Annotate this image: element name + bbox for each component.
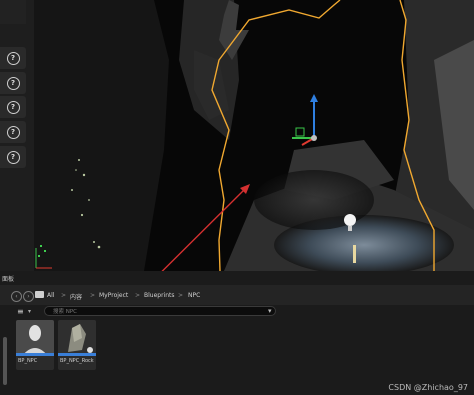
filter-bar: ≡ ▾ 搜索 NPC ▾	[0, 305, 474, 319]
tab-label: 面板	[2, 276, 15, 283]
help-button-3[interactable]: ?	[0, 96, 26, 118]
candle	[353, 245, 356, 263]
search-dropdown-icon[interactable]: ▾	[268, 307, 272, 315]
filter-icon[interactable]: ≡	[17, 307, 24, 316]
help-icon: ?	[6, 150, 20, 164]
breadcrumb-separator: >	[90, 292, 96, 299]
help-icon: ?	[6, 100, 20, 114]
rock-icon	[58, 324, 96, 356]
side-panel: ? ? ? ? ?	[0, 0, 34, 271]
asset-tile-bp-npc[interactable]: BP_NPC	[16, 320, 54, 370]
breadcrumb-separator: >	[61, 292, 67, 299]
breadcrumb-myproject[interactable]: MyProject	[99, 292, 128, 299]
back-icon[interactable]: ‹	[11, 291, 22, 302]
character-icon	[16, 325, 54, 356]
watermark: CSDN @Zhichao_97	[388, 383, 468, 392]
level-viewport[interactable]	[34, 0, 474, 271]
search-input[interactable]: 搜索 NPC	[44, 306, 276, 316]
help-button-1[interactable]: ?	[0, 47, 26, 69]
breadcrumb-content[interactable]: 内容	[70, 292, 82, 301]
asset-label: BP_NPC	[18, 358, 38, 364]
cave-scene	[34, 0, 474, 271]
content-browser: 面板 ‹ › All > 内容 > MyProject > Blueprints…	[0, 271, 474, 395]
breadcrumb-separator: >	[178, 292, 184, 299]
help-icon: ?	[6, 125, 20, 139]
asset-thumbnail	[16, 320, 54, 356]
help-icon: ?	[6, 51, 20, 65]
breadcrumb-npc[interactable]: NPC	[188, 292, 200, 299]
content-toolbar: ‹ › All > 内容 > MyProject > Blueprints > …	[0, 285, 474, 305]
content-browser-tab[interactable]: 面板	[0, 271, 474, 285]
breadcrumb-all[interactable]: All	[47, 292, 54, 299]
help-button-2[interactable]: ?	[0, 72, 26, 94]
help-button-5[interactable]: ?	[0, 146, 26, 168]
filter-dropdown-icon[interactable]: ▾	[28, 308, 31, 315]
folder-icon[interactable]	[35, 291, 44, 298]
asset-label: BP_NPC_Rock	[60, 358, 94, 364]
search-placeholder: 搜索 NPC	[53, 309, 78, 315]
breadcrumb-blueprints[interactable]: Blueprints	[144, 292, 175, 299]
scrollbar[interactable]	[3, 337, 7, 385]
forward-icon[interactable]: ›	[23, 291, 34, 302]
help-button-4[interactable]: ?	[0, 121, 26, 143]
asset-tile-bp-npc-rock[interactable]: BP_NPC_Rock	[58, 320, 96, 370]
help-icon: ?	[6, 76, 20, 90]
panel-header	[0, 0, 26, 24]
asset-thumbnail	[58, 320, 96, 356]
breadcrumb-separator: >	[135, 292, 141, 299]
